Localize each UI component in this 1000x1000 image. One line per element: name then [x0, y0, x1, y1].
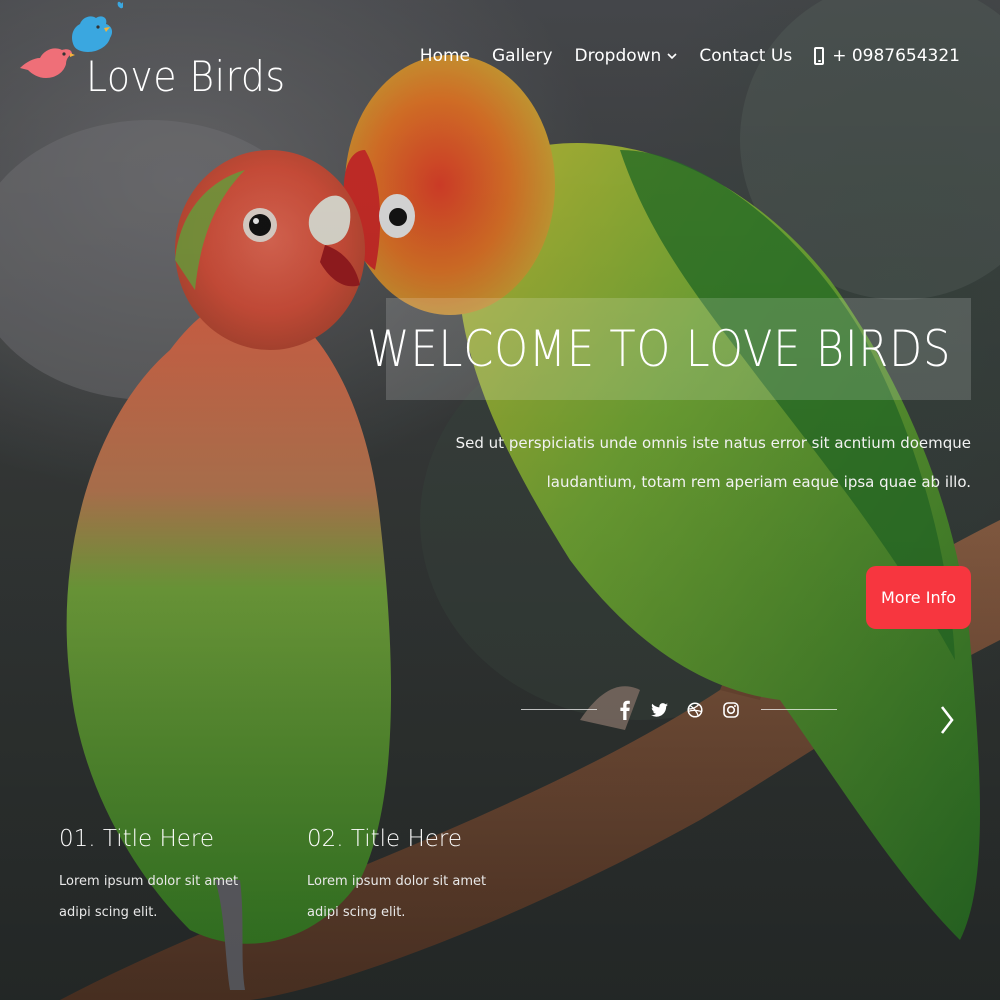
- nav-item-label: Gallery: [492, 46, 553, 66]
- feature-text: Lorem ipsum dolor sit amet adipi scing e…: [307, 874, 487, 920]
- twitter-icon[interactable]: [649, 699, 669, 721]
- divider: [521, 709, 597, 710]
- instagram-icon[interactable]: [721, 699, 741, 721]
- feature-title: 01. Title Here: [59, 826, 215, 852]
- nav-item-contact-us[interactable]: Contact Us: [699, 46, 792, 66]
- brand-logo[interactable]: Love Birds: [18, 0, 285, 110]
- hero-section: Love Birds Home Gallery Dropdown Contact…: [0, 0, 1000, 1000]
- feature-text: Lorem ipsum dolor sit amet adipi scing e…: [59, 874, 239, 920]
- hero-title: WELCOME TO LOVE BIRDS: [366, 320, 951, 378]
- nav-item-dropdown[interactable]: Dropdown: [575, 46, 678, 66]
- mobile-phone-icon: [814, 47, 825, 65]
- next-slide-arrow[interactable]: [934, 700, 960, 740]
- hero-description: Sed ut perspiciatis unde omnis iste natu…: [455, 434, 971, 491]
- chevron-right-icon: [940, 706, 954, 734]
- brand-name: Love Birds: [86, 52, 286, 101]
- feature-item: 01. Title Here Lorem ipsum dolor sit ame…: [59, 826, 269, 928]
- dribbble-icon[interactable]: [685, 699, 705, 721]
- nav-item-label: Contact Us: [699, 46, 793, 66]
- phone-number: + 0987654321: [832, 46, 960, 66]
- main-nav: Home Gallery Dropdown Contact Us + 09876…: [420, 46, 960, 66]
- welcome-title-box: WELCOME TO LOVE BIRDS: [367, 298, 971, 400]
- nav-item-label: Dropdown: [574, 46, 662, 66]
- nav-item-gallery[interactable]: Gallery: [492, 46, 553, 66]
- phone-number-link[interactable]: + 0987654321: [814, 46, 960, 66]
- facebook-icon[interactable]: [615, 699, 635, 721]
- feature-title: 02. Title Here: [307, 826, 463, 852]
- chevron-down-icon: [667, 52, 677, 59]
- nav-item-home[interactable]: Home: [420, 46, 470, 66]
- more-info-button[interactable]: More Info: [866, 566, 971, 629]
- feature-item: 02. Title Here Lorem ipsum dolor sit ame…: [307, 826, 517, 928]
- social-links: [521, 690, 837, 730]
- divider: [761, 709, 837, 710]
- nav-item-label: Home: [419, 46, 470, 66]
